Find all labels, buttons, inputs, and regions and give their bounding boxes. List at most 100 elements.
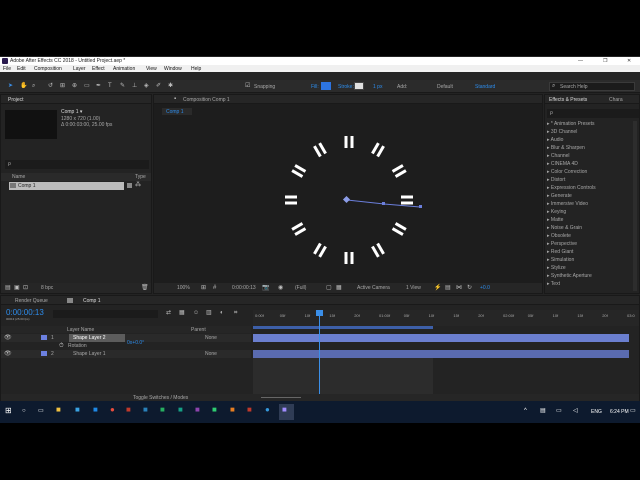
composition-tab[interactable]: Composition Comp 1 [183, 97, 230, 103]
effects-category-item[interactable]: ▸ Text [547, 281, 560, 287]
playhead-line[interactable] [319, 310, 320, 394]
add-label[interactable]: Add: [397, 84, 407, 90]
visibility-eye-icon[interactable]: 👁 [4, 351, 12, 357]
menu-animation[interactable]: Animation [113, 66, 135, 72]
volume-icon[interactable]: ◁ [573, 408, 578, 414]
character-tab[interactable]: Chara [609, 97, 623, 103]
workspace-default[interactable]: Default [437, 84, 453, 90]
file-explorer-icon[interactable]: ■ [56, 406, 61, 414]
snapping-checkbox-icon[interactable]: ☑ [245, 83, 250, 89]
stroke-label[interactable]: Stroke: [338, 84, 354, 90]
frame-blending-icon[interactable]: ▥ [206, 310, 212, 316]
workspace-standard[interactable]: Standard [475, 84, 495, 90]
language-indicator[interactable]: ENG [591, 409, 602, 415]
layer-row[interactable]: 👁 1 Shape Layer 2 None [1, 334, 251, 342]
layer-name[interactable]: Shape Layer 1 [73, 351, 106, 357]
zoom-slider[interactable] [261, 397, 301, 398]
exposure-reset-icon[interactable]: ↻ [467, 285, 472, 291]
rotation-value[interactable]: 0x+0.0° [127, 340, 144, 346]
layer-duration-bar[interactable] [253, 350, 629, 358]
hand-tool-icon[interactable]: ✋ [20, 83, 27, 89]
puppet-tool-icon[interactable]: ✱ [168, 83, 173, 89]
delete-icon[interactable]: 🗑 [141, 285, 149, 291]
effects-tab[interactable]: Effects & Presets [549, 97, 587, 103]
effects-category-item[interactable]: ▸ Immersive Video [547, 201, 588, 207]
visibility-eye-icon[interactable]: 👁 [4, 335, 12, 341]
effects-scrollbar[interactable] [633, 121, 637, 291]
timeline-toggle-icon[interactable]: ▤ [445, 285, 451, 291]
selection-tool-icon[interactable]: ➤ [8, 83, 13, 89]
effects-category-item[interactable]: ▸ Blur & Sharpen [547, 145, 585, 151]
graph-editor-icon[interactable]: ⌗ [234, 310, 237, 316]
layer-parent[interactable]: None [205, 335, 217, 341]
menu-file[interactable]: File [3, 66, 11, 72]
eraser-tool-icon[interactable]: ◈ [144, 83, 149, 89]
menu-composition[interactable]: Composition [34, 66, 62, 72]
app-icon[interactable]: ● [265, 406, 270, 414]
effects-category-item[interactable]: ▸ Color Correction [547, 169, 587, 175]
windows-start-icon[interactable]: ⊞ [5, 407, 12, 415]
anchor-point-handle[interactable] [342, 195, 351, 204]
shy-icon[interactable]: ☺ [193, 310, 199, 316]
views-dropdown[interactable]: 1 View [406, 285, 421, 291]
maximize-icon[interactable]: ❐ [603, 58, 607, 64]
snapshot-icon[interactable]: 📷 [262, 285, 269, 291]
col-type[interactable]: Type [135, 174, 146, 180]
pen-tool-icon[interactable]: ✒ [96, 83, 101, 89]
comp-mini-flowchart-icon[interactable]: ⇄ [166, 310, 171, 316]
interpret-footage-icon[interactable]: ▤ [5, 285, 11, 291]
fill-color-swatch[interactable] [321, 82, 331, 90]
grid-icon[interactable]: # [213, 285, 216, 291]
col-name[interactable]: Name [12, 174, 25, 180]
render-queue-tab[interactable]: Render Queue [15, 298, 48, 304]
roto-brush-tool-icon[interactable]: ✐ [156, 83, 161, 89]
effects-category-item[interactable]: ▸ Obsolete [547, 233, 571, 239]
clock-time[interactable]: 6:24 PM [610, 409, 629, 415]
project-tab[interactable]: Project [8, 97, 24, 103]
type-tool-icon[interactable]: T [108, 83, 112, 89]
app-icon[interactable]: ■ [160, 406, 165, 414]
zoom-tool-icon[interactable]: ⌕ [32, 83, 35, 89]
time-ruler[interactable]: 0:00f 05f 10f 15f 20f 01:00f 05f 10f 15f 20f 02:00… [253, 310, 639, 326]
new-comp-icon[interactable]: ⊡ [23, 285, 28, 291]
layer-label-color[interactable] [41, 351, 47, 356]
bpc-label[interactable]: 8 bpc [41, 285, 53, 291]
task-view-icon[interactable]: ▭ [38, 408, 44, 414]
app-icon[interactable]: ■ [126, 406, 131, 414]
notifications-icon[interactable]: ▭ [630, 408, 636, 414]
network-icon[interactable]: ▤ [540, 408, 546, 414]
store-icon[interactable]: ■ [75, 406, 80, 414]
effects-category-item[interactable]: ▸ Noise & Grain [547, 225, 582, 231]
brush-tool-icon[interactable]: ✎ [120, 83, 125, 89]
path-vertex-handle[interactable] [382, 202, 385, 205]
app-icon[interactable]: ■ [212, 406, 217, 414]
pan-behind-tool-icon[interactable]: ⊕ [72, 83, 77, 89]
layer-label-color[interactable] [41, 335, 47, 340]
color-channel-icon[interactable]: ◉ [278, 285, 283, 291]
effects-category-item[interactable]: ▸ Simulation [547, 257, 574, 263]
photos-icon[interactable]: ■ [93, 406, 98, 414]
effects-category-item[interactable]: ▸ Red Giant [547, 249, 573, 255]
minimize-icon[interactable]: — [578, 58, 583, 64]
camera-tool-icon[interactable]: ⊞ [60, 83, 65, 89]
effects-category-item[interactable]: ▸ Matte [547, 217, 563, 223]
stroke-width-value[interactable]: 1 px [373, 84, 382, 90]
layer-row[interactable]: 👁 2 Shape Layer 1 None [1, 350, 251, 358]
motion-blur-icon[interactable]: ◐ [220, 310, 224, 316]
effects-category-item[interactable]: ▸ Stylize [547, 265, 566, 271]
menu-window[interactable]: Window [164, 66, 182, 72]
tray-chevron-icon[interactable]: ^ [524, 408, 527, 414]
work-area-bar[interactable] [253, 326, 433, 329]
property-row[interactable]: ⏱ Rotation 0x+0.0° [1, 340, 251, 350]
comp-timeline-tab[interactable]: Comp 1 [83, 298, 101, 304]
menu-layer[interactable]: Layer [73, 66, 86, 72]
camera-dropdown[interactable]: Active Camera [357, 285, 390, 291]
label-color-icon[interactable] [127, 183, 132, 188]
effects-category-item[interactable]: ▸ Expression Controls [547, 185, 596, 191]
effects-search-field[interactable]: ρ [547, 109, 639, 118]
effects-category-item[interactable]: ▸ Keying [547, 209, 566, 215]
transparency-grid-icon[interactable]: ▦ [336, 285, 342, 291]
comp-timecode[interactable]: 0:00:00:13 [232, 285, 256, 291]
roi-icon[interactable]: ▢ [326, 285, 332, 291]
menu-view[interactable]: View [146, 66, 157, 72]
